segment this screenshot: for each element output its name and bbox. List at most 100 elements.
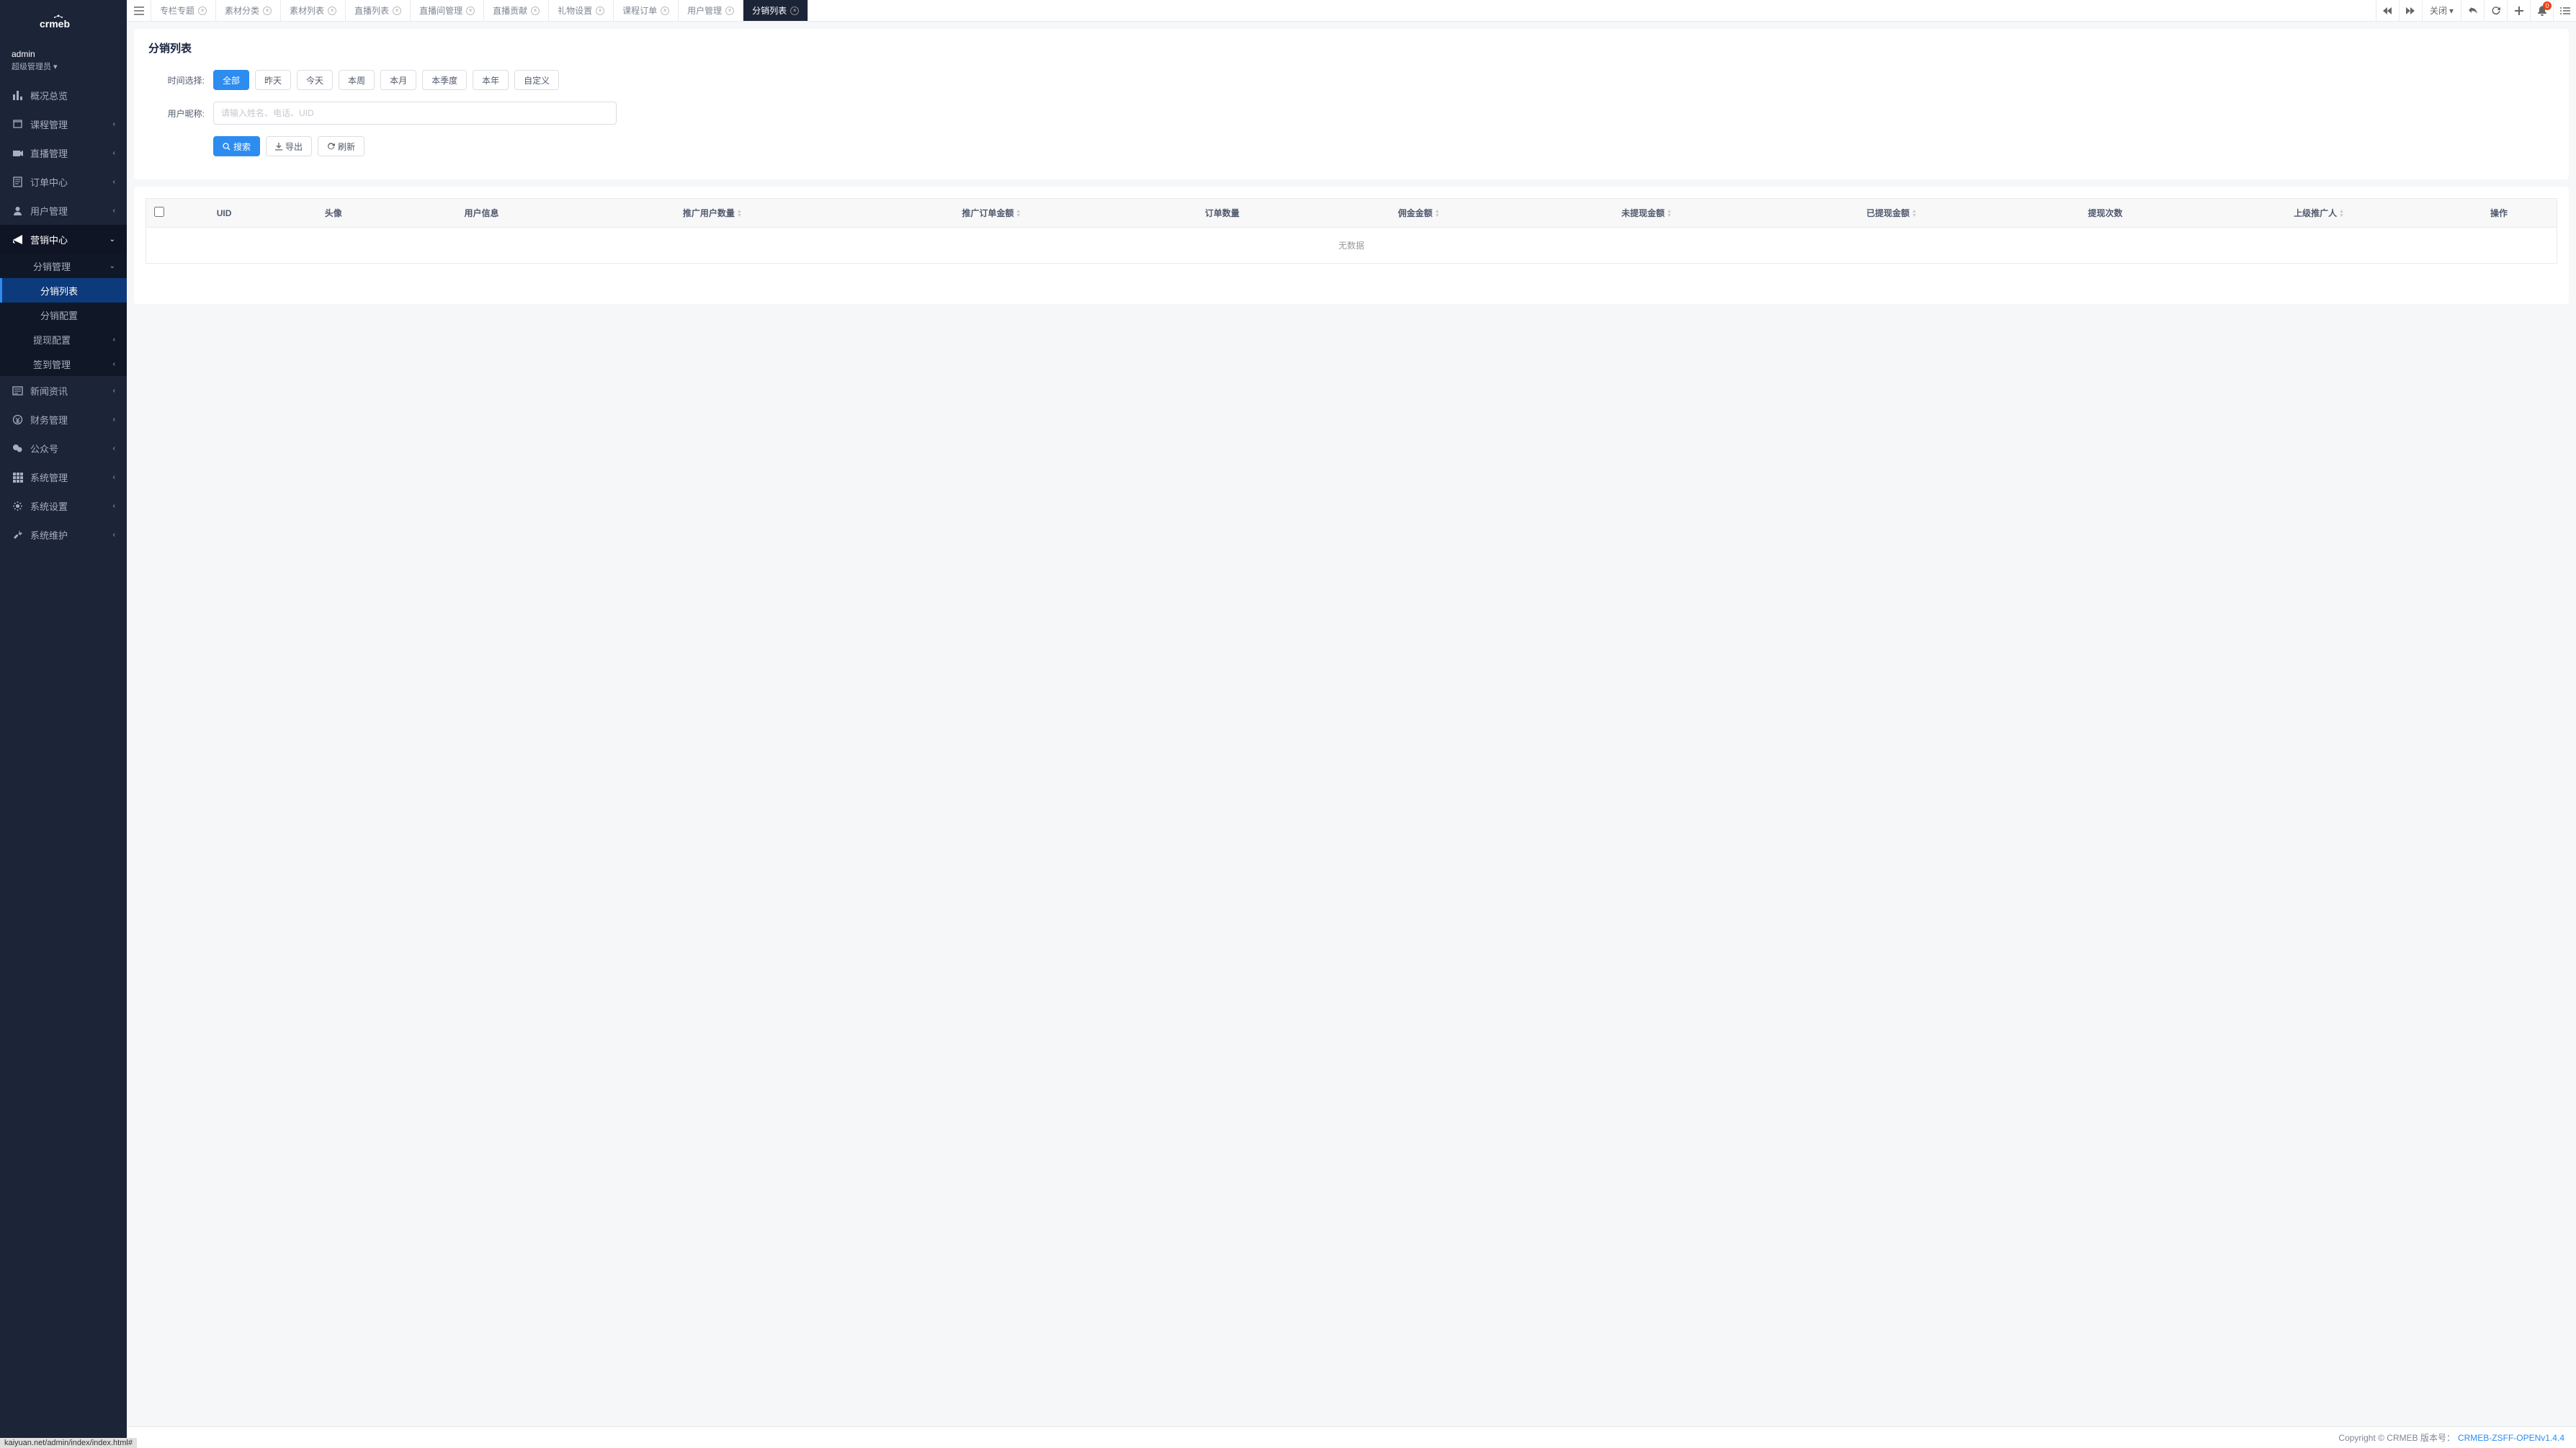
close-icon[interactable]: × [466, 6, 475, 15]
menu-item-order[interactable]: 订单中心‹ [0, 167, 127, 196]
close-icon[interactable]: × [263, 6, 272, 15]
column-header[interactable]: 推广用户数量▲▼ [573, 199, 851, 228]
close-icon[interactable]: × [661, 6, 669, 15]
close-icon[interactable]: × [790, 6, 799, 15]
notification-button[interactable]: 0 [2530, 0, 2553, 21]
column-header[interactable]: 佣金金额▲▼ [1313, 199, 1524, 228]
menu-item-sub[interactable]: 分销配置 [0, 303, 127, 327]
time-filter-button[interactable]: 本年 [473, 70, 509, 90]
tab[interactable]: 直播贡献× [484, 0, 549, 21]
menu-item-sub[interactable]: 签到管理‹ [0, 352, 127, 376]
menu-item-sub[interactable]: 分销列表 [0, 278, 127, 303]
column-header[interactable]: 上级推广人▲▼ [2196, 199, 2441, 228]
time-filter-button[interactable]: 本季度 [422, 70, 467, 90]
tab[interactable]: 课程订单 × [614, 0, 679, 21]
add-button[interactable] [2507, 0, 2530, 21]
menu-item-sub[interactable]: 分销管理⌄ [0, 254, 127, 278]
page-content: 分销列表 时间选择: 全部昨天今天本周本月本季度本年自定义 用户昵称: 搜索 [127, 22, 2576, 1426]
chevron-left-icon: ‹ [113, 178, 115, 186]
chevron-left-icon: ‹ [113, 416, 115, 424]
menu-item-course[interactable]: 课程管理‹ [0, 110, 127, 138]
column-header: 订单数量 [1131, 199, 1313, 228]
menu-label: 分销配置 [40, 308, 115, 322]
close-icon[interactable]: × [328, 6, 336, 15]
time-filter-button[interactable]: 本月 [380, 70, 416, 90]
refresh-label: 刷新 [338, 140, 355, 153]
action-buttons: 搜索 导出 刷新 [213, 136, 365, 156]
menu-item-system[interactable]: 系统管理‹ [0, 462, 127, 491]
menu-item-marketing[interactable]: 营销中心⌄ [0, 225, 127, 254]
menu-label: 系统维护 [30, 528, 113, 542]
tab[interactable]: 素材分类× [216, 0, 281, 21]
column-header[interactable]: 推广订单金额▲▼ [852, 199, 1131, 228]
data-table: UID头像用户信息推广用户数量▲▼推广订单金额▲▼订单数量佣金金额▲▼未提现金额… [146, 198, 2557, 264]
sort-icon: ▲▼ [2339, 210, 2344, 218]
chevron-left-icon: ‹ [113, 531, 115, 539]
user-block: admin 超级管理员 ▾ [0, 43, 127, 81]
close-icon[interactable]: × [393, 6, 401, 15]
footer: Copyright © CRMEB 版本号： CRMEB-ZSFF-OPENv1… [127, 1426, 2576, 1448]
refresh-list-button[interactable]: 刷新 [318, 136, 365, 156]
menu-label: 系统设置 [30, 499, 113, 513]
close-icon[interactable]: × [531, 6, 540, 15]
overview-icon [12, 89, 23, 101]
main-menu: 概况总览课程管理‹直播管理‹订单中心‹用户管理‹营销中心⌄分销管理⌄分销列表分销… [0, 81, 127, 1448]
search-button[interactable]: 搜索 [213, 136, 260, 156]
select-all-checkbox[interactable] [154, 207, 164, 217]
menu-item-overview[interactable]: 概况总览 [0, 81, 127, 110]
maintain-icon [12, 529, 23, 540]
tab[interactable]: 用户管理× [679, 0, 743, 21]
tab-label: 直播间管理 [419, 4, 462, 17]
logo: crmeb [0, 0, 127, 43]
tab[interactable]: 直播间管理 × [411, 0, 484, 21]
column-header[interactable]: 已提现金额▲▼ [1769, 199, 2014, 228]
pager-area [146, 264, 2557, 292]
menu-label: 财务管理 [30, 413, 113, 426]
close-tabs-dropdown[interactable]: 关闭 ▾ [2422, 0, 2461, 21]
nickname-input[interactable] [213, 102, 617, 125]
export-label: 导出 [285, 140, 303, 153]
tab-label: 课程订单 [622, 4, 657, 17]
close-icon[interactable]: × [198, 6, 207, 15]
chevron-left-icon: ‹ [113, 207, 115, 215]
sort-icon: ▲▼ [1912, 210, 1917, 218]
close-icon[interactable]: × [725, 6, 734, 15]
tab[interactable]: 素材列表× [281, 0, 346, 21]
user-role-dropdown[interactable]: 超级管理员 ▾ [12, 61, 115, 72]
menu-item-wechat[interactable]: 公众号‹ [0, 434, 127, 462]
export-button[interactable]: 导出 [266, 136, 312, 156]
tab-prev-button[interactable] [2376, 0, 2399, 21]
menu-item-users[interactable]: 用户管理‹ [0, 196, 127, 225]
tab[interactable]: 分销列表× [743, 0, 808, 21]
refresh-button[interactable] [2484, 0, 2507, 21]
tab[interactable]: 专栏专题× [151, 0, 216, 21]
live-icon [12, 147, 23, 158]
time-filter-button[interactable]: 本周 [339, 70, 375, 90]
time-label: 时间选择: [148, 74, 213, 86]
time-filter-button[interactable]: 今天 [297, 70, 333, 90]
back-button[interactable] [2461, 0, 2484, 21]
time-filter-button[interactable]: 自定义 [514, 70, 559, 90]
wechat-icon [12, 442, 23, 454]
menu-item-maintain[interactable]: 系统维护‹ [0, 520, 127, 549]
menu-item-sub[interactable]: 提现配置‹ [0, 327, 127, 352]
menu-item-news[interactable]: 新闻资讯‹ [0, 376, 127, 405]
copyright-text: Copyright © CRMEB 版本号： [2338, 1431, 2455, 1444]
menu-label: 分销管理 [33, 259, 109, 273]
close-icon[interactable]: × [596, 6, 604, 15]
tab[interactable]: 礼物设置× [549, 0, 614, 21]
menu-item-live[interactable]: 直播管理‹ [0, 138, 127, 167]
time-filter-button[interactable]: 昨天 [255, 70, 291, 90]
column-header[interactable]: 未提现金额▲▼ [1524, 199, 1769, 228]
tab-next-button[interactable] [2399, 0, 2422, 21]
menu-item-settings[interactable]: 系统设置‹ [0, 491, 127, 520]
time-filter-button[interactable]: 全部 [213, 70, 249, 90]
empty-row: 无数据 [146, 228, 2557, 264]
column-header: 用户信息 [390, 199, 573, 228]
hamburger-button[interactable] [127, 0, 151, 21]
more-button[interactable] [2553, 0, 2576, 21]
version-link[interactable]: CRMEB-ZSFF-OPENv1.4.4 [2458, 1433, 2564, 1443]
tab[interactable]: 直播列表× [346, 0, 411, 21]
menu-item-finance[interactable]: 财务管理‹ [0, 405, 127, 434]
sort-icon: ▲▼ [1435, 210, 1440, 218]
